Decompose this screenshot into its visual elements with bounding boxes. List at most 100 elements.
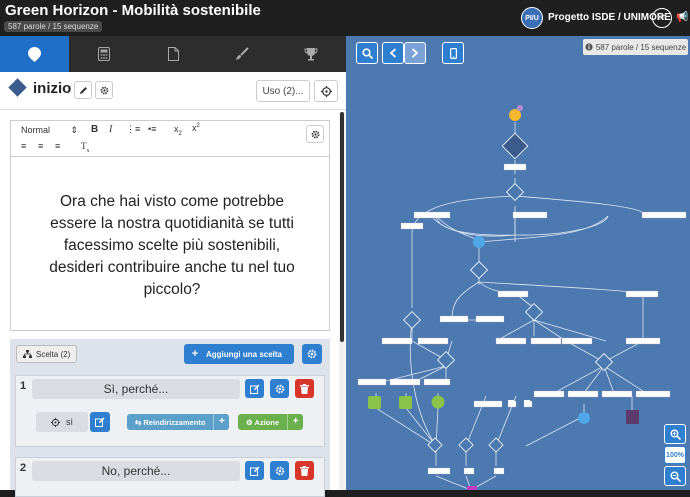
zoom-reset-button[interactable]: 100% [664,446,686,464]
graph-label-node[interactable] [601,390,633,398]
choice-settings-button[interactable] [270,379,289,398]
format-select[interactable]: Normal ⇕ [21,125,78,136]
edit-choice-button[interactable] [245,379,264,398]
tab-variables[interactable] [69,36,138,72]
usage-button[interactable]: Uso (2)... [256,80,310,102]
link-node[interactable] [524,400,530,406]
action-node[interactable] [431,395,445,409]
sequence-header: inizio Uso (2)... [0,72,346,110]
graph-label-node[interactable] [641,211,687,219]
tab-documents[interactable] [138,36,207,72]
sequence-node[interactable] [594,352,614,372]
edit-choice-button[interactable] [245,461,264,480]
sequence-node[interactable] [402,310,422,330]
ordered-list-icon[interactable]: ⋮≡ [126,124,140,135]
locate-button[interactable] [314,80,338,102]
graph-label-node[interactable] [463,467,475,475]
plus-icon[interactable]: + [213,414,229,430]
align-right-icon[interactable]: ≡ [55,141,60,151]
redirect-label: Reindirizzamento [143,417,206,427]
link-node[interactable] [508,400,514,406]
trash-icon [300,383,309,394]
choices-settings-button[interactable] [302,344,322,364]
graph-label-node[interactable] [533,390,565,398]
action-node[interactable] [368,396,381,409]
delete-choice-button[interactable] [295,461,314,480]
clear-format-icon[interactable]: Tx [81,141,90,154]
action-label: Azione [254,417,280,427]
graph-label-node[interactable] [497,290,529,298]
graph-label-node[interactable] [423,378,451,386]
graph-label-node[interactable] [381,337,413,345]
sequence-node[interactable] [458,437,474,453]
gear-icon [311,130,319,138]
edit-condition-button[interactable] [90,412,110,432]
superscript-icon[interactable]: x2 [192,123,200,133]
bullet-list-icon[interactable]: •≡ [148,124,156,134]
sequence-node[interactable] [469,260,489,280]
graph-label-node[interactable] [400,222,424,230]
selected-sequence-node[interactable] [501,132,529,160]
graph-label-node[interactable] [567,390,599,398]
graph-label-node[interactable] [473,400,503,408]
tab-sequences[interactable] [0,36,70,72]
redirect-button[interactable]: ⇆ Reindirizzamento + [127,414,230,430]
delete-choice-button[interactable] [295,379,314,398]
align-left-icon[interactable]: ≡ [21,141,26,151]
add-choice-button[interactable]: + Aggiungi una scelta [184,344,294,364]
story-graph [357,105,687,490]
graph-label-node[interactable] [561,337,593,345]
graph-label-node[interactable] [439,315,469,323]
merge-node[interactable] [473,236,485,248]
graph-label-node[interactable] [389,378,421,386]
zoom-out-button[interactable] [664,466,686,486]
gear-icon [275,466,284,475]
end-node[interactable] [626,410,639,424]
plus-icon[interactable]: + [287,414,303,430]
editor-body-text[interactable]: Ora che hai visto come potrebbe essere l… [41,191,303,301]
merge-node[interactable] [578,412,590,424]
trophy-icon [304,48,318,61]
graph-label-node[interactable] [413,211,451,219]
graph-label-node[interactable] [530,337,562,345]
graph-label-node[interactable] [427,467,451,475]
graph-label-node[interactable] [512,211,548,219]
sequence-settings-button[interactable] [95,81,113,99]
tab-style[interactable] [208,36,277,72]
sequence-node[interactable] [427,437,443,453]
italic-icon[interactable]: I [109,124,112,135]
megaphone-icon[interactable]: 📢 [676,12,688,23]
sequence-node[interactable] [505,182,525,202]
graph-label-node[interactable] [417,337,449,345]
graph-label-node[interactable] [625,290,659,298]
sequence-node[interactable] [488,437,504,453]
condition-box[interactable]: sì [36,412,88,432]
graph-label-node[interactable] [503,163,527,171]
magenta-node[interactable] [467,486,477,490]
tab-achievements[interactable] [277,36,346,72]
graph-label-node[interactable] [635,390,671,398]
choice-text[interactable]: Sì, perché... [32,379,240,399]
graph-label-node[interactable] [625,337,661,345]
align-center-icon[interactable]: ≡ [38,141,43,151]
editor-settings-button[interactable] [306,125,324,143]
edit-name-button[interactable] [74,81,92,99]
sequence-node[interactable] [524,302,544,322]
bold-icon[interactable]: B [91,124,98,135]
sequence-diamond-icon [8,78,27,97]
graph-label-node[interactable] [495,337,527,345]
sequence-node[interactable] [436,350,456,370]
graph-label-node[interactable] [493,467,505,475]
language-button[interactable]: IT [652,8,672,28]
action-node[interactable] [399,396,412,409]
action-button[interactable]: ⚙ Azione + [238,414,304,430]
subscript-icon[interactable]: x2 [174,124,182,137]
graph-label-node[interactable] [357,378,387,386]
choice-settings-button[interactable] [270,461,289,480]
pencil-icon [79,86,87,94]
avatar[interactable]: PI/U [521,7,543,29]
scrollbar-thumb[interactable] [340,112,344,342]
graph-label-node[interactable] [475,315,505,323]
choice-text[interactable]: No, perché... [32,461,240,481]
zoom-in-button[interactable] [664,424,686,444]
